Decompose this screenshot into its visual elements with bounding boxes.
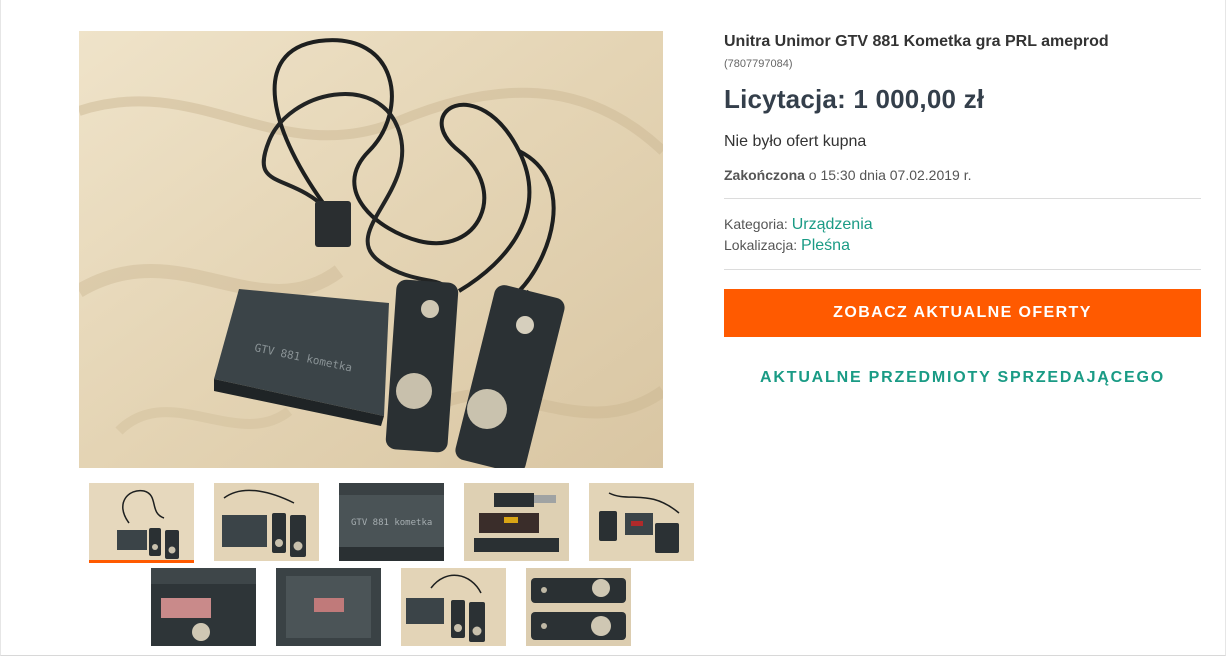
- item-id: (7807797084): [724, 58, 793, 70]
- thumbnail-4-image: [464, 483, 569, 561]
- thumbnail-2-image: [214, 483, 319, 561]
- thumbnail-strip-row-1: GTV 881 kometka: [89, 483, 694, 563]
- offers-status: Nie było ofert kupna: [724, 133, 867, 150]
- thumbnail-5-image: [589, 483, 694, 561]
- ended-label: Zakończona: [724, 167, 805, 183]
- auction-end-info: Zakończona o 15:30 dnia 07.02.2019 r.: [724, 167, 1201, 183]
- thumbnail-2[interactable]: [214, 483, 319, 563]
- svg-text:GTV 881 kometka: GTV 881 kometka: [351, 518, 432, 528]
- thumbnail-5[interactable]: [589, 483, 694, 563]
- thumbnail-3[interactable]: GTV 881 kometka: [339, 483, 444, 563]
- divider: [724, 269, 1201, 270]
- thumbnail-6[interactable]: [151, 568, 256, 648]
- divider: [724, 198, 1201, 199]
- category-row: Kategoria: Urządzenia: [724, 214, 1201, 235]
- location-label: Lokalizacja:: [724, 237, 802, 253]
- thumbnail-7-image: [276, 568, 381, 646]
- thumbnail-strip-row-2: [151, 568, 631, 648]
- item-meta: Kategoria: Urządzenia Lokalizacja: Pleśn…: [724, 214, 1201, 256]
- product-title: Unitra Unimor GTV 881 Kometka gra PRL am…: [724, 33, 1109, 50]
- location-row: Lokalizacja: Pleśna: [724, 235, 1201, 256]
- thumbnail-3-image: GTV 881 kometka: [339, 483, 444, 561]
- thumbnail-6-image: [151, 568, 256, 646]
- ended-time: o 15:30 dnia 07.02.2019 r.: [804, 167, 972, 183]
- main-product-photo[interactable]: GTV 881 kometka: [79, 31, 663, 468]
- price: Licytacja: 1 000,00 zł: [724, 84, 985, 114]
- thumbnail-8-image: [401, 568, 506, 646]
- thumbnail-9[interactable]: [526, 568, 631, 648]
- product-details: Unitra Unimor GTV 881 Kometka gra PRL am…: [724, 31, 1201, 387]
- see-current-offers-button[interactable]: ZOBACZ AKTUALNE OFERTY: [724, 289, 1201, 337]
- seller-items-link[interactable]: AKTUALNE PRZEDMIOTY SPRZEDAJĄCEGO: [724, 369, 1201, 387]
- thumbnail-9-image: [526, 568, 631, 646]
- category-link[interactable]: Urządzenia: [792, 216, 873, 233]
- location-link[interactable]: Pleśna: [801, 237, 850, 254]
- category-label: Kategoria:: [724, 216, 792, 232]
- thumbnail-1[interactable]: [89, 483, 194, 563]
- thumbnail-1-image: [89, 483, 194, 561]
- thumbnail-4[interactable]: [464, 483, 569, 563]
- product-photo-image: GTV 881 kometka: [79, 31, 663, 468]
- thumbnail-7[interactable]: [276, 568, 381, 648]
- thumbnail-8[interactable]: [401, 568, 506, 648]
